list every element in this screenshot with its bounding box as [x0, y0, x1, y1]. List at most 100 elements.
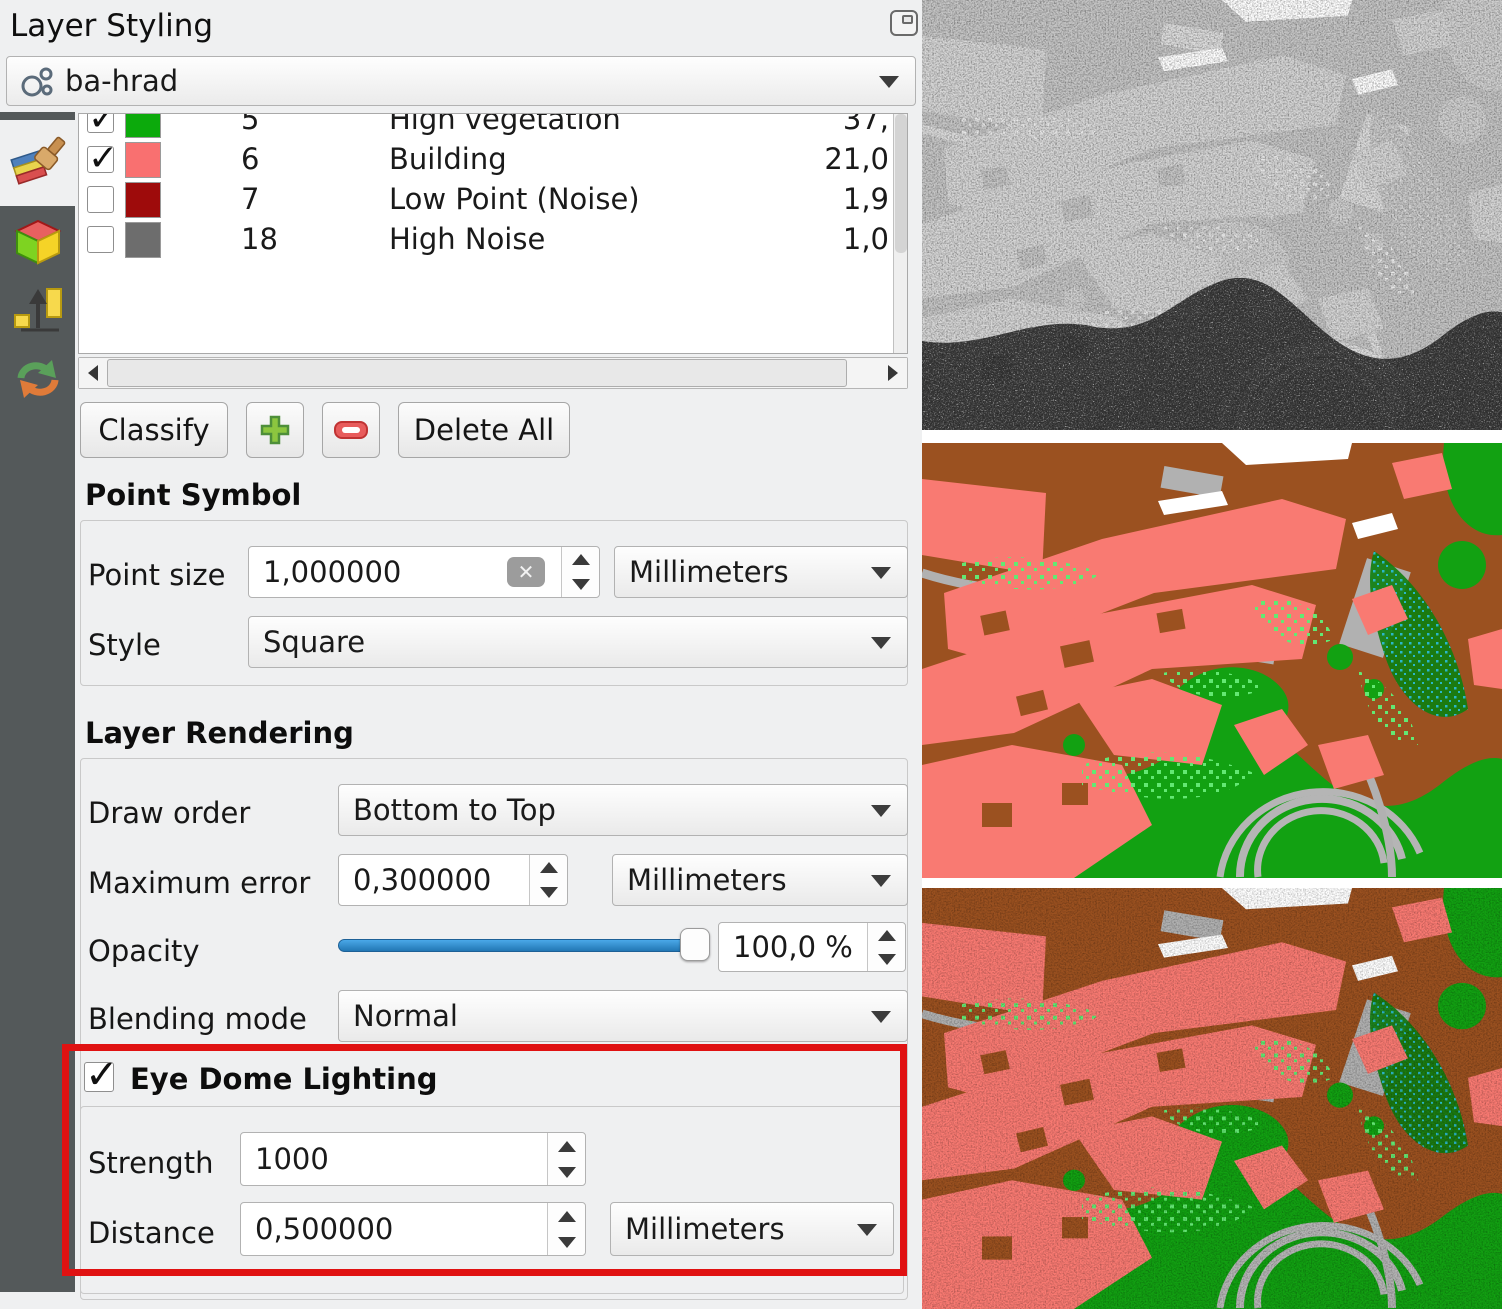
layer-selector-value: ba-hrad: [65, 64, 178, 98]
chevron-down-icon: [871, 1011, 891, 1023]
spin-down-button[interactable]: [868, 947, 905, 971]
opacity-spinner: [867, 923, 905, 971]
point-size-input[interactable]: 1,000000 ✕: [248, 546, 600, 598]
classification-list[interactable]: 5High vegetation37,6Building21,07Low Poi…: [78, 113, 908, 354]
spin-up-button[interactable]: [562, 547, 599, 572]
class-color-swatch[interactable]: [125, 182, 161, 218]
spin-up-button[interactable]: [548, 1133, 585, 1159]
class-color-swatch[interactable]: [125, 142, 161, 178]
draw-order-select[interactable]: Bottom to Top: [338, 784, 908, 836]
blending-mode-value: Normal: [353, 999, 458, 1033]
scroll-right-button[interactable]: [879, 358, 907, 388]
opacity-value: 100,0 %: [733, 930, 853, 964]
style-select[interactable]: Square: [248, 616, 908, 668]
style-label: Style: [88, 628, 161, 662]
class-visibility-checkbox[interactable]: [87, 186, 114, 213]
layer-selector[interactable]: ba-hrad: [6, 56, 916, 106]
spin-down-button[interactable]: [530, 880, 567, 905]
class-count: 1,0: [797, 222, 889, 256]
spin-down-button[interactable]: [548, 1159, 585, 1185]
spin-up-button[interactable]: [530, 855, 567, 880]
spin-down-button[interactable]: [562, 572, 599, 597]
tab-3d-symbology[interactable]: [0, 207, 75, 277]
hscroll-thumb[interactable]: [107, 359, 847, 387]
spin-down-button[interactable]: [548, 1229, 585, 1255]
maximum-error-input[interactable]: 0,300000: [338, 854, 568, 906]
opacity-label: Opacity: [88, 934, 200, 968]
panel-title: Layer Styling: [10, 8, 213, 44]
chevron-down-icon: [871, 875, 891, 887]
class-row[interactable]: 6 Building 21,0: [79, 140, 907, 180]
classify-button[interactable]: Classify: [80, 402, 228, 458]
delete-all-button[interactable]: Delete All: [398, 402, 570, 458]
maximum-error-label: Maximum error: [88, 866, 310, 900]
distance-value: 0,500000: [255, 1212, 393, 1246]
class-list-hscrollbar[interactable]: [78, 357, 908, 389]
layer-rendering-heading: Layer Rendering: [85, 716, 354, 750]
tab-history[interactable]: [0, 344, 75, 414]
point-size-spinner: [561, 547, 599, 597]
minus-icon: [333, 418, 369, 442]
draw-order-label: Draw order: [88, 796, 250, 830]
class-label: Low Point (Noise): [389, 182, 640, 216]
tab-elevation[interactable]: [0, 275, 75, 345]
class-value: 6: [241, 142, 259, 176]
qgis-layer-styling-screenshot: Layer Styling ba-hrad: [0, 0, 1502, 1309]
clear-value-icon[interactable]: ✕: [507, 557, 545, 587]
class-count: 21,0: [797, 142, 889, 176]
point-size-label: Point size: [88, 558, 225, 592]
spin-up-button[interactable]: [868, 923, 905, 947]
blending-mode-label: Blending mode: [88, 1002, 307, 1036]
spin-up-button[interactable]: [548, 1203, 585, 1229]
remove-class-button[interactable]: [322, 402, 380, 458]
add-class-button[interactable]: [246, 402, 304, 458]
class-row[interactable]: 7Low Point (Noise)1,9: [79, 180, 907, 220]
chevron-down-icon: [879, 76, 899, 88]
distance-unit-select[interactable]: Millimeters: [610, 1202, 894, 1256]
opacity-slider-handle[interactable]: [680, 928, 710, 961]
point-symbol-heading: Point Symbol: [85, 478, 301, 512]
distance-label: Distance: [88, 1216, 215, 1250]
class-row[interactable]: 18 High Noise 1,0: [79, 220, 907, 260]
eye-dome-lighting-checkbox[interactable]: [84, 1062, 114, 1092]
strength-spinner: [547, 1133, 585, 1185]
maximum-error-unit-select[interactable]: Millimeters: [612, 854, 908, 906]
layer-styling-panel: Layer Styling ba-hrad: [0, 0, 922, 1309]
tab-symbology[interactable]: [0, 120, 75, 206]
opacity-input[interactable]: 100,0 %: [718, 922, 906, 972]
preview-classification-edl: [922, 888, 1502, 1309]
float-panel-icon[interactable]: [890, 10, 918, 36]
class-label: High Noise: [389, 222, 545, 256]
styling-tabbar: [0, 112, 75, 1292]
class-label: Building: [389, 142, 507, 176]
distance-spinner: [547, 1203, 585, 1255]
distance-input[interactable]: 0,500000: [240, 1202, 586, 1256]
class-color-swatch[interactable]: [125, 222, 161, 258]
class-count: 1,9: [797, 182, 889, 216]
paintbrush-icon: [10, 135, 66, 191]
point-size-value: 1,000000: [263, 555, 401, 589]
class-row[interactable]: 5 High vegetation 37,: [79, 113, 907, 140]
distance-unit-value: Millimeters: [625, 1212, 785, 1246]
elevation-icon: [11, 283, 65, 337]
opacity-slider[interactable]: [338, 928, 710, 962]
point-size-unit-value: Millimeters: [629, 555, 789, 589]
class-value: 18: [241, 222, 278, 256]
chevron-down-icon: [871, 637, 891, 649]
class-visibility-checkbox[interactable]: [87, 113, 114, 133]
blending-mode-select[interactable]: Normal: [338, 990, 908, 1042]
class-label: High vegetation: [389, 113, 621, 136]
class-list-vscrollbar[interactable]: [893, 114, 907, 353]
point-size-unit-select[interactable]: Millimeters: [614, 546, 908, 598]
strength-input[interactable]: 1000: [240, 1132, 586, 1186]
chevron-down-icon: [871, 567, 891, 579]
point-cloud-layer-icon: [19, 63, 55, 99]
class-color-swatch[interactable]: [125, 113, 161, 138]
opacity-slider-track[interactable]: [338, 939, 690, 952]
cube-3d-icon: [11, 215, 65, 269]
class-count: 37,: [797, 113, 889, 136]
class-visibility-checkbox[interactable]: [87, 226, 114, 253]
scroll-left-button[interactable]: [79, 358, 107, 388]
class-visibility-checkbox[interactable]: [87, 146, 114, 173]
class-value: 5: [241, 113, 259, 136]
